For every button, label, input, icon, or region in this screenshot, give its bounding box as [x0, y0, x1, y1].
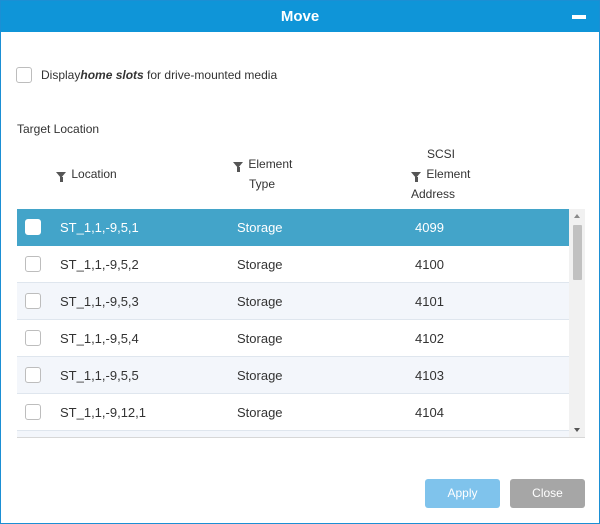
element-type-cell: Storage — [237, 257, 283, 272]
row-checkbox[interactable] — [25, 404, 41, 420]
table-row[interactable]: ST_1,1,-9,5,1 Storage 4099 — [17, 209, 569, 246]
filter-icon[interactable] — [233, 161, 243, 172]
address-cell: 4100 — [415, 257, 444, 272]
row-checkbox[interactable] — [25, 367, 41, 383]
column-header-address-line1: SCSI — [427, 147, 456, 161]
move-dialog: Move Displayhome slots for drive-mounted… — [0, 0, 600, 524]
table-row[interactable] — [17, 431, 569, 437]
table-row[interactable]: ST_1,1,-9,5,3 Storage 4101 — [17, 283, 569, 320]
element-type-cell: Storage — [237, 368, 283, 383]
column-header-address-line2: Element — [426, 167, 471, 181]
minimize-icon[interactable] — [572, 15, 586, 19]
column-header-element-type-line1: Element — [248, 157, 293, 171]
home-slots-checkbox[interactable] — [16, 67, 32, 83]
address-cell: 4099 — [415, 220, 444, 235]
column-header-element-type[interactable]: Element Type — [233, 154, 292, 194]
element-type-cell: Storage — [237, 220, 283, 235]
address-cell: 4102 — [415, 331, 444, 346]
table-row[interactable]: ST_1,1,-9,5,2 Storage 4100 — [17, 246, 569, 283]
scroll-down-icon[interactable] — [574, 428, 580, 432]
row-checkbox[interactable] — [25, 219, 41, 235]
row-checkbox[interactable] — [25, 256, 41, 272]
scroll-up-icon[interactable] — [574, 214, 580, 218]
home-slots-label-prefix: Display — [41, 68, 81, 82]
element-type-cell: Storage — [237, 294, 283, 309]
element-type-cell: Storage — [237, 405, 283, 420]
table-row[interactable]: ST_1,1,-9,5,4 Storage 4102 — [17, 320, 569, 357]
location-cell: ST_1,1,-9,12,1 — [60, 405, 146, 420]
location-cell: ST_1,1,-9,5,2 — [60, 257, 139, 272]
home-slots-option[interactable]: Displayhome slots for drive-mounted medi… — [16, 66, 277, 84]
home-slots-label-suffix: for drive-mounted media — [143, 68, 278, 82]
apply-button[interactable]: Apply — [425, 479, 500, 508]
target-location-label: Target Location — [17, 122, 100, 136]
target-location-grid: ST_1,1,-9,5,1 Storage 4099 ST_1,1,-9,5,2… — [17, 209, 585, 438]
column-header-element-type-line2: Type — [249, 177, 276, 191]
filter-icon[interactable] — [56, 171, 66, 182]
address-cell: 4103 — [415, 368, 444, 383]
table-row[interactable]: ST_1,1,-9,12,1 Storage 4104 — [17, 394, 569, 431]
column-header-address[interactable]: SCSI Element Address — [411, 144, 470, 204]
element-type-cell: Storage — [237, 331, 283, 346]
home-slots-label-emphasis: home slots — [80, 68, 144, 82]
table-row[interactable]: ST_1,1,-9,5,5 Storage 4103 — [17, 357, 569, 394]
location-cell: ST_1,1,-9,5,3 — [60, 294, 139, 309]
row-checkbox[interactable] — [25, 330, 41, 346]
row-checkbox[interactable] — [25, 293, 41, 309]
location-cell: ST_1,1,-9,5,1 — [60, 220, 139, 235]
column-header-location[interactable]: Location — [56, 164, 117, 184]
scroll-thumb[interactable] — [573, 225, 582, 280]
location-cell: ST_1,1,-9,5,4 — [60, 331, 139, 346]
location-cell: ST_1,1,-9,5,5 — [60, 368, 139, 383]
address-cell: 4104 — [415, 405, 444, 420]
dialog-title: Move — [280, 8, 320, 25]
column-header-location-label: Location — [71, 167, 117, 181]
vertical-scrollbar[interactable] — [569, 209, 585, 437]
title-bar: Move — [1, 1, 599, 32]
column-header-address-line3: Address — [411, 187, 456, 201]
filter-icon[interactable] — [411, 171, 421, 182]
close-button[interactable]: Close — [510, 479, 585, 508]
home-slots-label: Displayhome slots for drive-mounted medi… — [41, 68, 277, 82]
address-cell: 4101 — [415, 294, 444, 309]
